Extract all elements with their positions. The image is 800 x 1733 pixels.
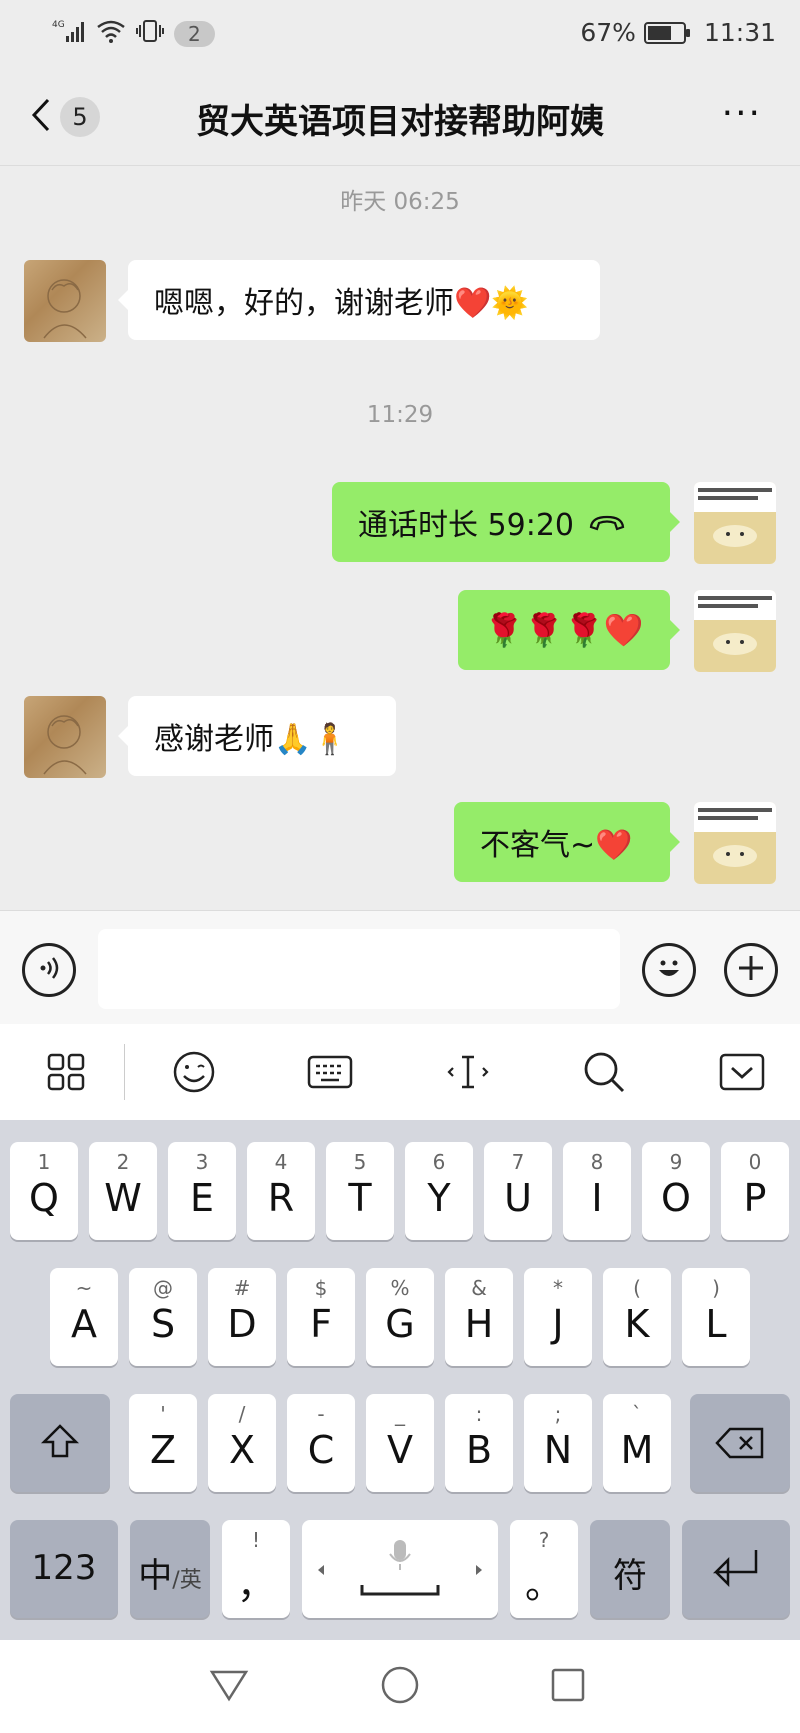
apps-grid-icon[interactable] bbox=[40, 1046, 92, 1098]
shift-icon bbox=[40, 1422, 80, 1466]
more-options-button[interactable]: ··· bbox=[722, 96, 762, 132]
enter-icon bbox=[712, 1546, 762, 1594]
period-key[interactable]: ?。 bbox=[510, 1520, 578, 1618]
key-t[interactable]: 5T bbox=[326, 1142, 394, 1240]
timestamp: 11:29 bbox=[366, 402, 434, 428]
numbers-key[interactable]: 123 bbox=[10, 1520, 118, 1618]
voice-icon bbox=[34, 953, 64, 987]
keyboard-icon[interactable] bbox=[304, 1046, 356, 1098]
backspace-key[interactable] bbox=[690, 1394, 790, 1492]
key-h[interactable]: & H bbox=[445, 1268, 513, 1366]
cursor-icon[interactable] bbox=[442, 1046, 494, 1098]
message-bubble[interactable]: 嗯嗯，好的，谢谢老师❤️🌞 bbox=[118, 260, 600, 340]
avatar[interactable] bbox=[694, 802, 776, 884]
key-x[interactable]: / X bbox=[208, 1394, 276, 1492]
key-p[interactable]: 0P bbox=[721, 1142, 789, 1240]
key-a[interactable]: ~ A bbox=[50, 1268, 118, 1366]
phone-hangup-icon bbox=[588, 511, 626, 533]
emoji-button[interactable] bbox=[642, 943, 696, 997]
space-bar-icon bbox=[360, 1582, 440, 1601]
toolbar-divider bbox=[124, 1044, 125, 1100]
key-r[interactable]: 4R bbox=[247, 1142, 315, 1240]
key-d[interactable]: # D bbox=[208, 1268, 276, 1366]
key-k[interactable]: (K bbox=[603, 1268, 671, 1366]
symbols-key[interactable]: 符 bbox=[590, 1520, 670, 1618]
notification-count-badge: 2 bbox=[174, 21, 215, 47]
plus-icon bbox=[736, 953, 766, 987]
voice-input-button[interactable] bbox=[22, 943, 76, 997]
navigation-bar bbox=[0, 1640, 800, 1733]
smiley-icon bbox=[651, 950, 687, 990]
microphone-icon bbox=[388, 1538, 412, 1576]
key-e[interactable]: 3E bbox=[168, 1142, 236, 1240]
enter-key[interactable] bbox=[682, 1520, 790, 1618]
clock: 11:31 bbox=[703, 18, 776, 47]
key-l[interactable]: ) L bbox=[682, 1268, 750, 1366]
key-m[interactable]: ` M bbox=[603, 1394, 671, 1492]
keyboard: 1Q 2W 3E 4R 5T 6Y 7U 8I 9O 0P ~ A @ S # D $… bbox=[0, 1120, 800, 1640]
battery-percent: 67% bbox=[580, 18, 636, 47]
shift-key[interactable] bbox=[10, 1394, 110, 1492]
nav-home-icon[interactable] bbox=[377, 1662, 423, 1708]
key-n[interactable]: ; N bbox=[524, 1394, 592, 1492]
backspace-icon bbox=[714, 1426, 766, 1464]
key-o[interactable]: 9O bbox=[642, 1142, 710, 1240]
key-c[interactable]: -C bbox=[287, 1394, 355, 1492]
emoji-icon[interactable] bbox=[168, 1046, 220, 1098]
nav-recents-icon[interactable] bbox=[545, 1662, 591, 1708]
key-f[interactable]: $ F bbox=[287, 1268, 355, 1366]
chat-header: 5 贸大英语项目对接帮助阿姨 ··· bbox=[0, 66, 800, 166]
key-s[interactable]: @ S bbox=[129, 1268, 197, 1366]
key-w[interactable]: 2W bbox=[89, 1142, 157, 1240]
key-u[interactable]: 7U bbox=[484, 1142, 552, 1240]
key-i[interactable]: 8I bbox=[563, 1142, 631, 1240]
message-bubble[interactable]: 感谢老师🙏🧍 bbox=[118, 696, 396, 776]
collapse-icon[interactable] bbox=[716, 1046, 768, 1098]
message-bubble[interactable]: 不客气~❤️ bbox=[454, 802, 680, 882]
message-input[interactable] bbox=[98, 929, 620, 1009]
keyboard-toolbar bbox=[0, 1024, 800, 1120]
key-q[interactable]: 1Q bbox=[10, 1142, 78, 1240]
status-bar: 4G 2 67% 11:31 bbox=[0, 0, 800, 66]
signal-icon: 4G bbox=[52, 18, 86, 50]
message-bubble[interactable]: 🌹🌹🌹❤️ bbox=[458, 590, 680, 670]
battery-icon bbox=[643, 21, 690, 44]
avatar[interactable] bbox=[24, 260, 106, 342]
input-bar bbox=[0, 910, 800, 1024]
language-switch-key[interactable]: 中/英 bbox=[130, 1520, 210, 1618]
key-j[interactable]: * J bbox=[524, 1268, 592, 1366]
call-duration-text: 通话时长 59:20 bbox=[358, 508, 574, 543]
timestamp: 昨天 06:25 bbox=[340, 189, 460, 215]
nav-back-icon[interactable] bbox=[206, 1662, 252, 1708]
avatar[interactable] bbox=[694, 482, 776, 564]
key-z[interactable]: ' Z bbox=[129, 1394, 197, 1492]
call-duration-bubble[interactable]: 通话时长 59:20 bbox=[332, 482, 680, 562]
svg-text:4G: 4G bbox=[52, 20, 65, 30]
search-icon[interactable] bbox=[578, 1046, 630, 1098]
vibrate-icon bbox=[136, 18, 164, 50]
cursor-right-icon bbox=[474, 1562, 484, 1581]
space-key[interactable] bbox=[302, 1520, 498, 1618]
comma-key[interactable]: !， bbox=[222, 1520, 290, 1618]
key-b[interactable]: :B bbox=[445, 1394, 513, 1492]
chat-title: 贸大英语项目对接帮助阿姨 bbox=[196, 102, 604, 142]
avatar[interactable] bbox=[694, 590, 776, 672]
cursor-left-icon bbox=[316, 1562, 326, 1581]
message-list[interactable]: 昨天 06:25 嗯嗯，好的，谢谢老师❤️🌞 11:29 通话时长 59:20 … bbox=[0, 166, 800, 910]
avatar[interactable] bbox=[24, 696, 106, 778]
more-functions-button[interactable] bbox=[724, 943, 778, 997]
key-g[interactable]: % G bbox=[366, 1268, 434, 1366]
wifi-icon bbox=[96, 19, 126, 49]
key-y[interactable]: 6Y bbox=[405, 1142, 473, 1240]
key-v[interactable]: _ V bbox=[366, 1394, 434, 1492]
